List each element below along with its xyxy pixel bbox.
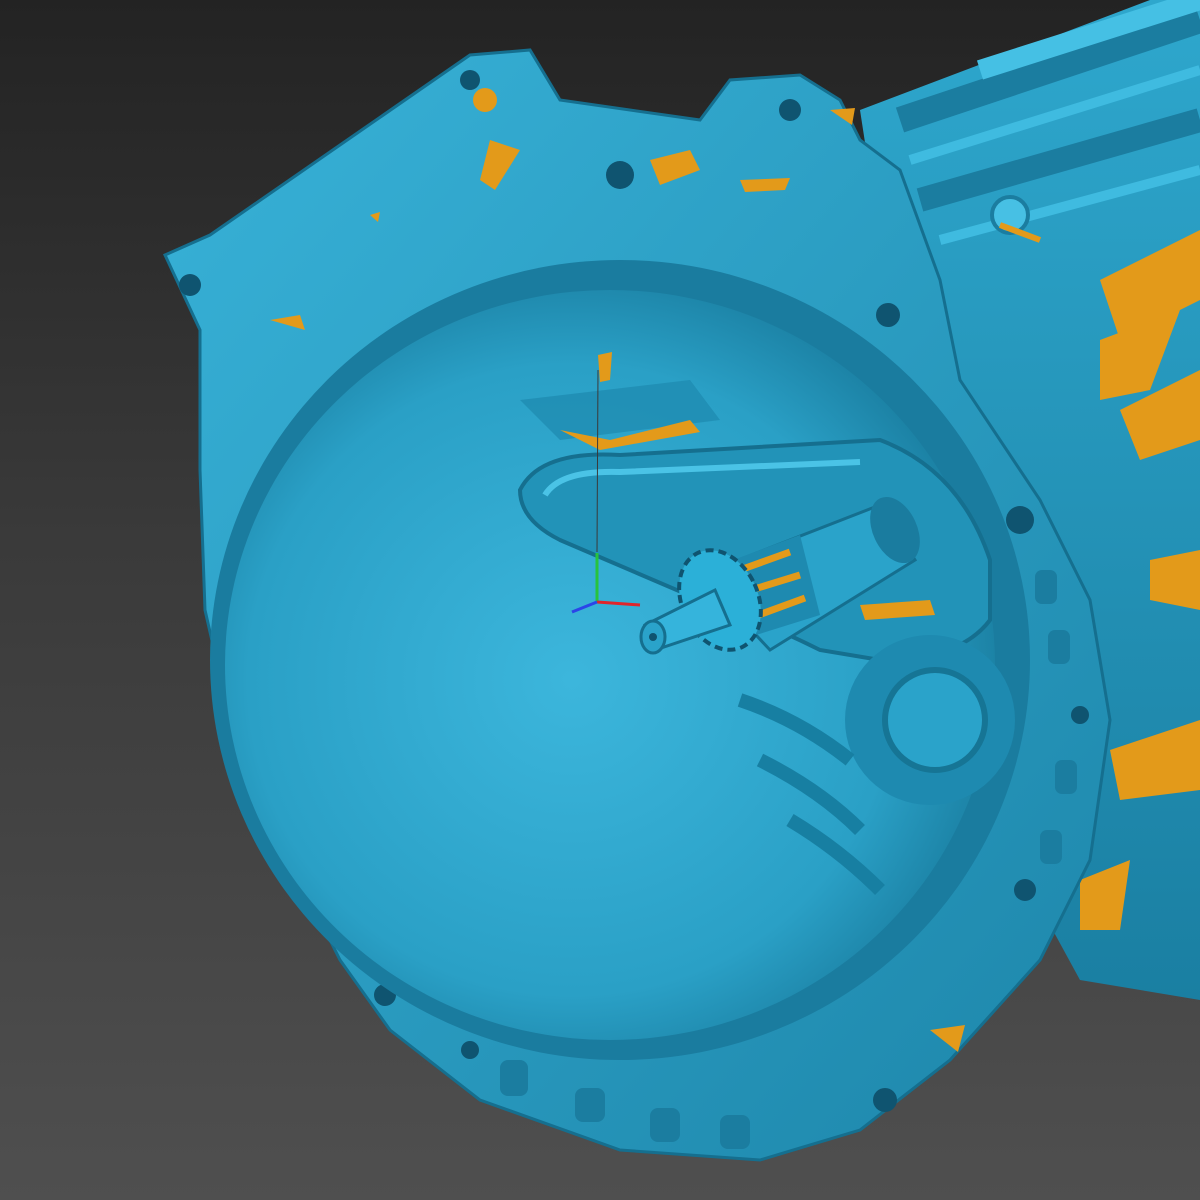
scan-model-canvas[interactable]: [0, 0, 1200, 1200]
bellhousing-bowl: [210, 260, 1030, 1060]
3d-viewport[interactable]: [0, 0, 1200, 1200]
